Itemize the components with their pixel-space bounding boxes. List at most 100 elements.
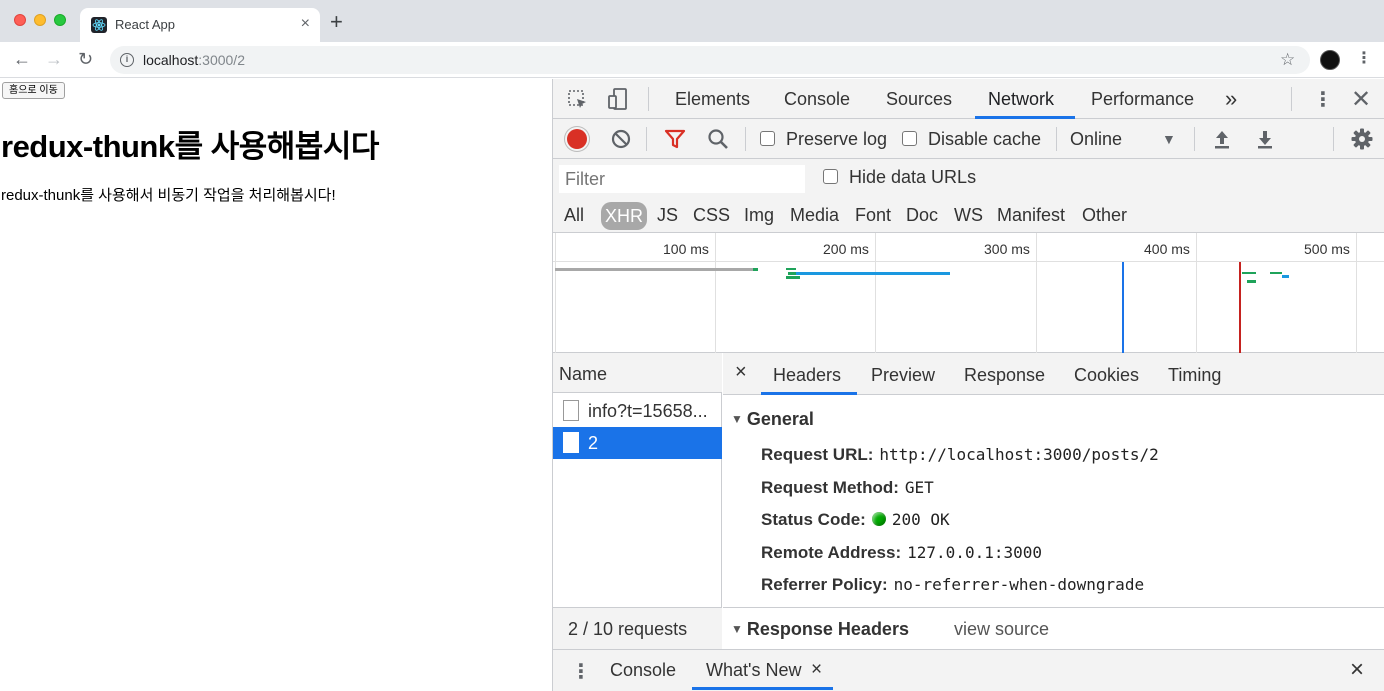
disable-cache-checkbox[interactable]: [902, 131, 917, 146]
status-ok-icon: [871, 512, 886, 526]
response-headers-section: ▼ Response Headers view source: [723, 607, 1384, 649]
home-button[interactable]: 홈으로 이동: [2, 82, 65, 99]
waterfall-bar: [1270, 272, 1282, 274]
document-icon: [563, 400, 579, 421]
site-info-icon[interactable]: i: [120, 53, 134, 67]
window-zoom-button[interactable]: [54, 14, 66, 26]
drawer-tab-console[interactable]: Console: [610, 660, 676, 681]
react-logo-icon: [91, 17, 107, 33]
load-event-line: [1239, 262, 1241, 353]
separator: [1291, 87, 1292, 111]
bookmark-star-icon[interactable]: ☆: [1280, 50, 1295, 70]
more-tabs-icon[interactable]: »: [1225, 86, 1237, 112]
hide-data-urls-checkbox[interactable]: [823, 169, 838, 184]
dom-content-loaded-line: [1122, 262, 1124, 353]
type-filter-font[interactable]: Font: [855, 205, 891, 226]
tab-timing[interactable]: Timing: [1168, 365, 1221, 386]
reload-icon[interactable]: ↻: [78, 49, 93, 69]
device-toolbar-icon[interactable]: [607, 87, 629, 116]
devtools-close-icon[interactable]: ✕: [1351, 85, 1371, 114]
tab-preview[interactable]: Preview: [871, 365, 935, 386]
address-bar[interactable]: i localhost:3000/2 ☆: [110, 46, 1310, 74]
type-filter-js[interactable]: JS: [657, 205, 678, 226]
separator: [745, 127, 746, 151]
forward-icon[interactable]: →: [45, 49, 63, 69]
expand-triangle-icon: ▼: [731, 412, 743, 426]
view-source-link[interactable]: view source: [954, 619, 1049, 640]
close-detail-icon[interactable]: ×: [735, 361, 747, 384]
waterfall-bar: [753, 268, 758, 271]
clear-icon[interactable]: [610, 128, 632, 155]
window-minimize-button[interactable]: [34, 14, 46, 26]
throttling-select[interactable]: Online: [1070, 129, 1122, 150]
import-har-icon[interactable]: [1213, 128, 1231, 155]
request-row-selected[interactable]: 2: [553, 427, 722, 459]
close-whats-new-icon[interactable]: ×: [811, 659, 822, 681]
tab-elements[interactable]: Elements: [675, 89, 750, 110]
active-drawer-tab-indicator: [692, 687, 833, 690]
tab-title: React App: [115, 17, 175, 32]
waterfall-bar: [786, 268, 796, 270]
header-row-request-method: Request Method: GET: [761, 478, 934, 497]
record-button[interactable]: [567, 129, 587, 149]
inspect-element-icon[interactable]: [567, 89, 589, 116]
devtools-panel: Elements Console Sources Network Perform…: [552, 79, 1384, 691]
extension-avatar-icon[interactable]: [1320, 50, 1340, 70]
tab-strip: React App × +: [0, 0, 1384, 42]
general-section-header[interactable]: ▼ General: [731, 409, 814, 430]
type-filter-all[interactable]: All: [564, 205, 584, 226]
drawer-menu-icon[interactable]: ⋮: [571, 659, 591, 684]
devtools-tabbar: Elements Console Sources Network Perform…: [553, 79, 1384, 119]
header-row-request-url: Request URL: http://localhost:3000/posts/…: [761, 445, 1159, 464]
tab-close-icon[interactable]: ×: [301, 15, 310, 33]
response-headers-header[interactable]: ▼ Response Headers: [731, 619, 909, 640]
filter-input[interactable]: [559, 165, 805, 193]
request-row[interactable]: info?t=15658...: [553, 395, 722, 427]
page-description: redux-thunk를 사용해서 비동기 작업을 처리해봅시다!: [1, 187, 336, 204]
close-drawer-icon[interactable]: ×: [1350, 656, 1364, 684]
tab-sources[interactable]: Sources: [886, 89, 952, 110]
devtools-menu-icon[interactable]: ⋮: [1313, 87, 1333, 112]
network-toolbar: Preserve log Disable cache Online ▼: [553, 119, 1384, 159]
waterfall-bar: [788, 272, 796, 275]
name-column-header[interactable]: Name: [553, 353, 722, 393]
type-filter-media[interactable]: Media: [790, 205, 839, 226]
hide-data-urls-label: Hide data URLs: [849, 167, 977, 187]
back-icon[interactable]: ←: [13, 49, 31, 69]
network-settings-gear-icon[interactable]: [1350, 127, 1374, 156]
tab-headers[interactable]: Headers: [773, 365, 841, 386]
request-detail-pane: × Headers Preview Response Cookies Timin…: [723, 353, 1384, 649]
type-filter-doc[interactable]: Doc: [906, 205, 938, 226]
window-close-button[interactable]: [14, 14, 26, 26]
browser-toolbar: ← → ↻ i localhost:3000/2 ☆ ⋮: [0, 42, 1384, 78]
tab-cookies[interactable]: Cookies: [1074, 365, 1139, 386]
type-filter-css[interactable]: CSS: [693, 205, 730, 226]
overview-waterfall: [555, 262, 1289, 353]
tab-response[interactable]: Response: [964, 365, 1045, 386]
type-filter-img[interactable]: Img: [744, 205, 774, 226]
type-filter-xhr[interactable]: XHR: [601, 202, 648, 230]
new-tab-button[interactable]: +: [330, 11, 343, 33]
search-icon[interactable]: [707, 128, 729, 155]
export-har-icon[interactable]: [1256, 128, 1274, 155]
preserve-log-checkbox[interactable]: [760, 131, 775, 146]
devtools-drawer: ⋮ Console What's New × ×: [553, 649, 1384, 691]
type-filter-ws[interactable]: WS: [954, 205, 983, 226]
browser-tab[interactable]: React App ×: [80, 8, 320, 42]
waterfall-bar: [555, 268, 753, 271]
filter-funnel-icon[interactable]: [664, 128, 686, 155]
tab-performance[interactable]: Performance: [1091, 89, 1194, 110]
drawer-tab-whats-new[interactable]: What's New: [706, 660, 801, 681]
request-name: 2: [588, 433, 599, 453]
tab-console[interactable]: Console: [784, 89, 850, 110]
network-overview-timeline[interactable]: 100 ms 200 ms 300 ms 400 ms 500 ms: [553, 233, 1384, 353]
type-filter-other[interactable]: Other: [1082, 205, 1127, 226]
header-row-referrer-policy: Referrer Policy: no-referrer-when-downgra…: [761, 575, 1145, 594]
tab-network[interactable]: Network: [988, 89, 1054, 110]
chevron-down-icon[interactable]: ▼: [1162, 131, 1176, 147]
page-viewport: 홈으로 이동 redux-thunk를 사용해봅시다 redux-thunk를 …: [0, 79, 552, 691]
type-filter-manifest[interactable]: Manifest: [997, 205, 1065, 226]
chrome-menu-icon[interactable]: ⋮: [1356, 51, 1372, 67]
request-name: info?t=15658...: [588, 401, 708, 421]
header-row-status-code: Status Code: 200 OK: [761, 510, 950, 529]
